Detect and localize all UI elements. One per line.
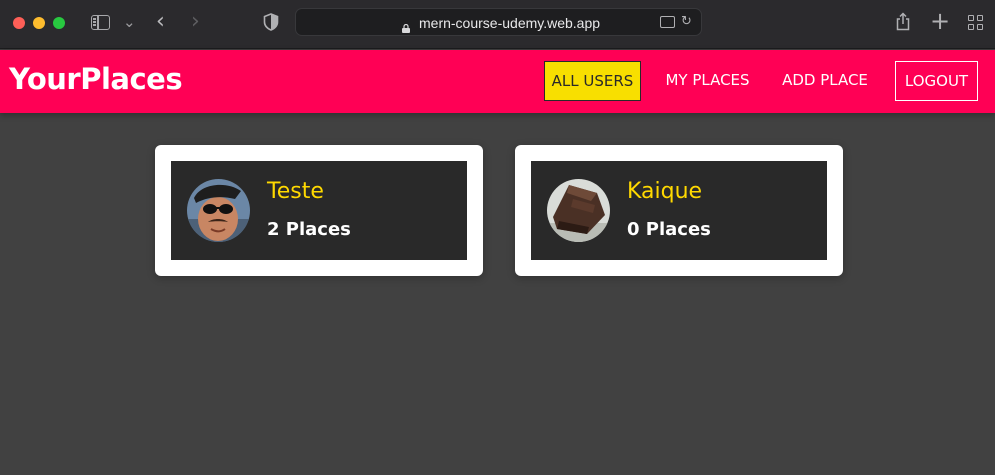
nav-add-place[interactable]: ADD PLACE <box>772 61 878 101</box>
main-header: YourPlaces ALL USERS MY PLACES ADD PLACE… <box>0 50 995 113</box>
url-text: mern-course-udemy.web.app <box>419 15 601 31</box>
zoom-window-button[interactable] <box>53 17 65 29</box>
user-card[interactable]: Kaique 0 Places <box>515 145 843 276</box>
browser-toolbar: ⌄ ‹ › mern-course-udemy.web.app ↻ + <box>0 0 995 49</box>
user-name: Teste <box>267 179 324 204</box>
user-card-link[interactable]: Kaique 0 Places <box>531 161 827 260</box>
tab-overview-icon[interactable] <box>968 15 983 30</box>
back-arrow-icon[interactable]: ‹ <box>156 11 165 33</box>
user-place-count: 2 Places <box>267 219 351 240</box>
user-card[interactable]: Teste 2 Places <box>155 145 483 276</box>
close-window-button[interactable] <box>13 17 25 29</box>
plus-icon[interactable]: + <box>930 9 950 33</box>
address-bar[interactable]: mern-course-udemy.web.app ↻ <box>295 8 702 36</box>
sidebar-icon[interactable] <box>91 15 110 30</box>
user-avatar <box>547 179 610 242</box>
share-icon[interactable] <box>896 12 910 31</box>
translate-icon[interactable] <box>660 16 675 28</box>
user-name: Kaique <box>627 179 703 204</box>
logout-button[interactable]: LOGOUT <box>895 61 978 101</box>
chevron-down-icon[interactable]: ⌄ <box>123 15 136 30</box>
reload-icon[interactable]: ↻ <box>681 14 692 29</box>
minimize-window-button[interactable] <box>33 17 45 29</box>
nav-my-places[interactable]: MY PLACES <box>656 61 759 101</box>
shield-icon[interactable] <box>263 13 279 31</box>
user-place-count: 0 Places <box>627 219 711 240</box>
nav-all-users[interactable]: ALL USERS <box>544 61 641 101</box>
user-card-link[interactable]: Teste 2 Places <box>171 161 467 260</box>
forward-arrow-icon[interactable]: › <box>191 11 200 33</box>
lock-icon <box>402 18 410 33</box>
app-logo[interactable]: YourPlaces <box>9 62 183 96</box>
user-avatar <box>187 179 250 242</box>
